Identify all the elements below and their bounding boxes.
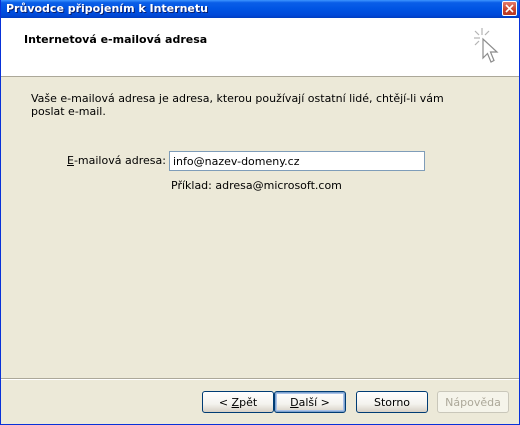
back-accelerator: Z xyxy=(231,396,240,409)
cancel-button[interactable]: Storno xyxy=(356,391,428,413)
title-bar[interactable]: Průvodce připojením k Internetu xyxy=(1,0,519,18)
next-label: alší > xyxy=(298,396,330,409)
instructions-text: Vaše e-mailová adresa je adresa, kterou … xyxy=(31,92,444,118)
back-prefix: < xyxy=(218,396,232,409)
wizard-sparkle-cursor-icon xyxy=(474,28,499,63)
email-label-text: -mailová adresa: xyxy=(73,154,166,167)
next-accelerator: D xyxy=(290,396,299,409)
back-button[interactable]: < Zpět xyxy=(202,391,274,413)
window-title: Průvodce připojením k Internetu xyxy=(6,2,208,15)
button-separator xyxy=(1,378,519,380)
email-input[interactable] xyxy=(169,151,425,171)
email-label-accelerator: E xyxy=(67,154,74,167)
next-button[interactable]: Další > xyxy=(274,391,346,413)
close-button[interactable] xyxy=(502,1,517,16)
email-label: E-mailová adresa: xyxy=(67,154,166,167)
close-icon xyxy=(505,4,514,13)
help-button[interactable]: Nápověda xyxy=(437,391,509,413)
page-title: Internetová e-mailová adresa xyxy=(24,33,208,46)
back-label: pět xyxy=(239,396,258,409)
wizard-window: Průvodce připojením k Internetu Internet… xyxy=(0,0,520,425)
wizard-header: Internetová e-mailová adresa xyxy=(1,18,519,77)
email-example: Příklad: adresa@microsoft.com xyxy=(171,179,342,192)
